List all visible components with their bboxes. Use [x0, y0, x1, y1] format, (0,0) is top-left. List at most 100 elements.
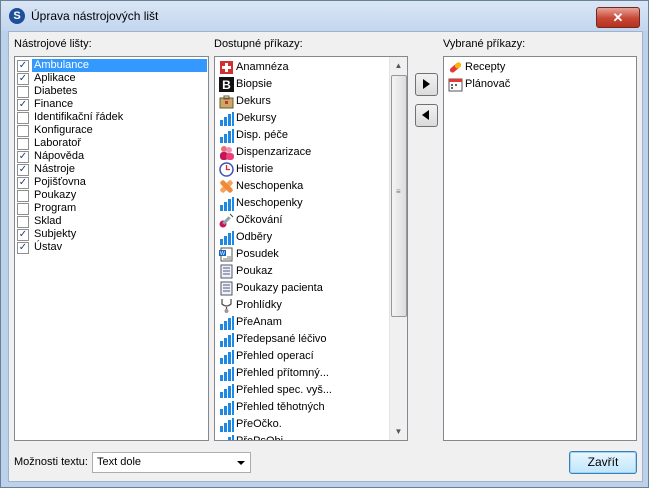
command-item[interactable]: Dekursy	[217, 110, 387, 127]
command-label: PřeAnam	[236, 316, 282, 328]
dialog-window: S Úprava nástrojových lišt ✕ Nástrojové …	[0, 0, 649, 488]
command-item[interactable]: Disp. péče	[217, 127, 387, 144]
toolbar-item[interactable]: ✓ Nápověda	[17, 150, 207, 163]
command-item[interactable]: PřePsObj	[217, 433, 387, 440]
command-label: Dekurs	[236, 95, 271, 107]
toolbar-item[interactable]: Poukazy	[17, 189, 207, 202]
bar-chart-icon	[219, 366, 234, 381]
command-item[interactable]: Historie	[217, 161, 387, 178]
toolbar-item[interactable]: ✓ Aplikace	[17, 72, 207, 85]
toolbar-item-label: Ambulance	[32, 59, 207, 72]
command-item[interactable]: Přehled přítomný...	[217, 365, 387, 382]
toolbar-item-label: Program	[34, 202, 77, 214]
toolbar-item[interactable]: Identifikační řádek	[17, 111, 207, 124]
bar-chart-icon	[219, 332, 234, 347]
command-item[interactable]: Dispenzarizace	[217, 144, 387, 161]
toolbar-checkbox[interactable]	[17, 203, 29, 215]
scroll-down-icon[interactable]: ▼	[390, 423, 407, 440]
window-title: Úprava nástrojových lišt	[31, 9, 159, 23]
command-item[interactable]: Prohlídky	[217, 297, 387, 314]
command-item[interactable]: Neschopenky	[217, 195, 387, 212]
scrollbar-thumb[interactable]: ≡	[391, 75, 407, 317]
word-doc-icon: W	[219, 247, 234, 262]
bar-chart-icon	[219, 128, 234, 143]
red-cross-icon	[219, 60, 234, 75]
toolbars-label: Nástrojové lišty:	[14, 38, 92, 50]
command-item[interactable]: PřeAnam	[217, 314, 387, 331]
command-item[interactable]: Přehled těhotných	[217, 399, 387, 416]
toolbar-item[interactable]: Program	[17, 202, 207, 215]
command-item[interactable]: Dekurs	[217, 93, 387, 110]
toolbars-checklist[interactable]: ✓ Ambulance ✓ Aplikace Diabetes ✓ Finance Ident…	[14, 56, 209, 441]
command-item[interactable]: Poukaz	[217, 263, 387, 280]
chevron-down-icon	[237, 461, 245, 465]
selected-commands-list[interactable]: Recepty Plánovač	[443, 56, 637, 441]
command-item[interactable]: Předepsané léčivo	[217, 331, 387, 348]
available-commands-label: Dostupné příkazy:	[214, 38, 303, 50]
toolbar-item[interactable]: ✓ Finance	[17, 98, 207, 111]
toolbar-checkbox[interactable]	[17, 190, 29, 202]
add-command-button[interactable]	[415, 73, 438, 96]
command-label: Přehled přítomný...	[236, 367, 329, 379]
command-item[interactable]: Přehled operací	[217, 348, 387, 365]
command-item[interactable]: PřeOčko.	[217, 416, 387, 433]
toolbar-checkbox[interactable]: ✓	[17, 229, 29, 241]
toolbar-checkbox[interactable]: ✓	[17, 60, 29, 72]
syringe-icon	[219, 213, 234, 228]
command-item[interactable]: Poukazy pacienta	[217, 280, 387, 297]
selected-command-item[interactable]: Recepty	[446, 59, 616, 76]
pill-icon	[448, 60, 463, 75]
toolbar-checkbox[interactable]	[17, 112, 29, 124]
arrow-right-icon	[423, 79, 430, 89]
toolbar-checkbox[interactable]	[17, 138, 29, 150]
title-bar[interactable]: S Úprava nástrojových lišt ✕	[1, 1, 648, 31]
vertical-scrollbar[interactable]: ▲ ≡ ▼	[389, 57, 407, 440]
bar-chart-icon	[219, 196, 234, 211]
toolbar-item[interactable]: ✓ Ústav	[17, 241, 207, 254]
toolbar-checkbox[interactable]: ✓	[17, 73, 29, 85]
toolbar-checkbox[interactable]: ✓	[17, 99, 29, 111]
svg-text:B: B	[222, 78, 231, 92]
clock-icon	[219, 162, 234, 177]
command-item[interactable]: B Biopsie	[217, 76, 387, 93]
scroll-up-icon[interactable]: ▲	[390, 57, 407, 74]
toolbar-item[interactable]: ✓ Subjekty	[17, 228, 207, 241]
stethoscope-icon	[219, 298, 234, 313]
command-label: Neschopenka	[236, 180, 304, 192]
toolbar-item-label: Aplikace	[34, 72, 76, 84]
toolbar-checkbox[interactable]: ✓	[17, 151, 29, 163]
text-options-select[interactable]: Text dole	[92, 452, 251, 473]
toolbar-item-label: Sklad	[34, 215, 62, 227]
toolbar-checkbox[interactable]: ✓	[17, 242, 29, 254]
remove-command-button[interactable]	[415, 104, 438, 127]
command-item[interactable]: Očkování	[217, 212, 387, 229]
toolbar-item[interactable]: ✓ Pojišťovna	[17, 176, 207, 189]
window-close-button[interactable]: ✕	[596, 7, 640, 28]
toolbar-item[interactable]: Laboratoř	[17, 137, 207, 150]
command-item[interactable]: Neschopenka	[217, 178, 387, 195]
toolbar-item[interactable]: Konfigurace	[17, 124, 207, 137]
toolbar-item-label: Laboratoř	[34, 137, 82, 149]
toolbar-item-label: Subjekty	[34, 228, 77, 240]
toolbar-item[interactable]: ✓ Ambulance	[17, 59, 207, 72]
available-commands-list[interactable]: PřePsObj PřeOčko. Přehled těhotných Přehled…	[214, 56, 408, 441]
bar-chart-icon	[219, 400, 234, 415]
toolbar-item[interactable]: Diabetes	[17, 85, 207, 98]
toolbar-item[interactable]: ✓ Nástroje	[17, 163, 207, 176]
toolbar-checkbox[interactable]	[17, 125, 29, 137]
command-item[interactable]: W Posudek	[217, 246, 387, 263]
bar-chart-icon	[219, 434, 234, 440]
toolbar-checkbox[interactable]	[17, 86, 29, 98]
command-item[interactable]: Odběry	[217, 229, 387, 246]
toolbar-checkbox[interactable]: ✓	[17, 177, 29, 189]
toolbar-checkbox[interactable]: ✓	[17, 164, 29, 176]
command-item[interactable]: Anamnéza	[217, 59, 387, 76]
dialog-body: Nástrojové lišty: Dostupné příkazy: Vybr…	[8, 31, 643, 482]
toolbar-item-label: Ústav	[34, 241, 63, 253]
close-button[interactable]: Zavřít	[569, 451, 637, 474]
toolbar-checkbox[interactable]	[17, 216, 29, 228]
toolbar-item[interactable]: Sklad	[17, 215, 207, 228]
command-label: Odběry	[236, 231, 273, 243]
command-item[interactable]: Přehled spec. vyš...	[217, 382, 387, 399]
selected-command-item[interactable]: Plánovač	[446, 76, 616, 93]
